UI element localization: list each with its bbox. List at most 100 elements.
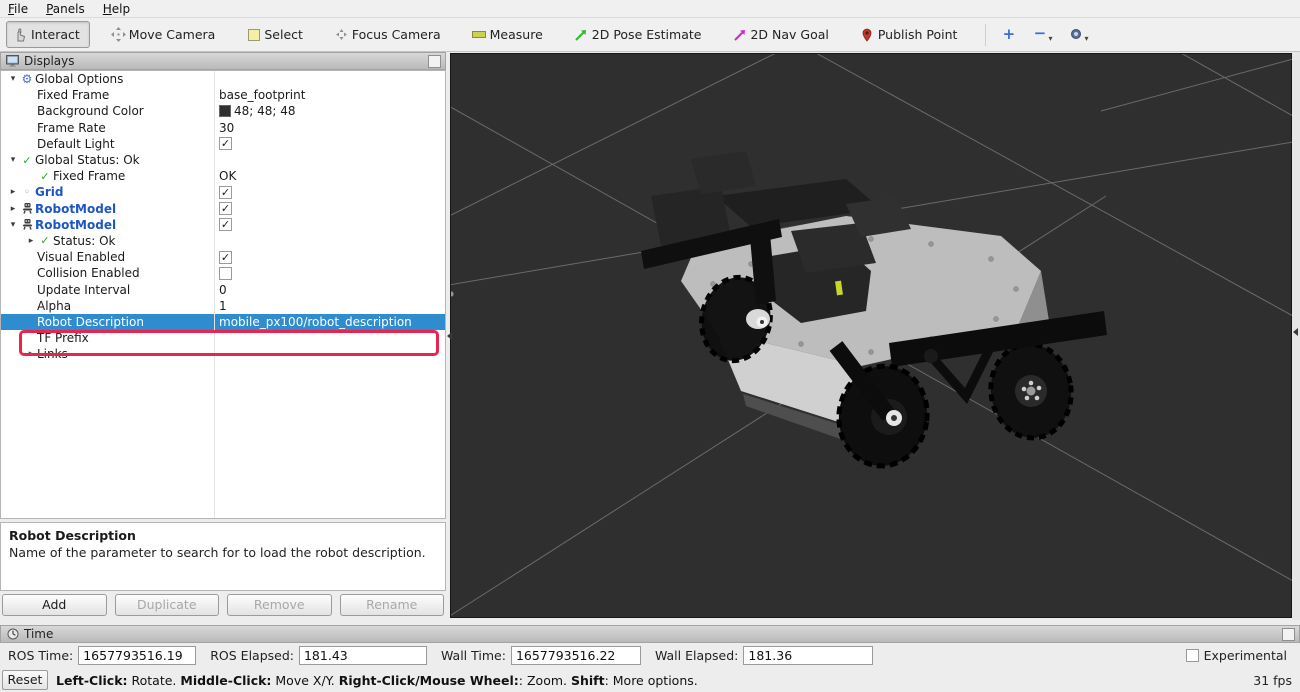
tool-focus-camera[interactable]: Focus Camera [327,21,451,48]
tree-row-global-status-ok[interactable]: ▾✓Global Status: Ok [1,152,445,168]
property-help-box: Robot Description Name of the parameter … [0,522,446,591]
tree-row-global-options[interactable]: ▾⚙Global Options [1,71,445,87]
tree-row-tf-prefix[interactable]: TF Prefix [1,330,445,346]
tree-column-divider[interactable] [214,71,215,518]
expand-right-icon[interactable]: ▸ [7,187,19,197]
expand-down-icon[interactable]: ▾ [7,74,19,84]
tree-row-update-interval[interactable]: Update Interval0 [1,281,445,297]
row-checkbox[interactable]: ✓ [219,137,232,150]
tree-row-value [214,330,445,346]
tree-row-value: 30 [214,120,445,136]
tree-row-collision-enabled[interactable]: Collision Enabled [1,265,445,281]
tree-row-label-cell: TF Prefix [1,330,214,346]
time-field-ros-time[interactable]: 1657793516.19 [78,646,196,665]
tree-row-label: Update Interval [37,283,130,297]
time-panel-titlebar[interactable]: Time [0,625,1300,643]
tree-row-value [214,152,445,168]
displays-panel-titlebar[interactable]: Displays [0,52,446,70]
render-scene [451,54,1293,619]
view-zoom-in-icon[interactable]: + [998,25,1019,44]
fps-counter: 31 fps [1253,673,1292,688]
displays-panel: Displays ▾⚙Global OptionsFixed Framebase… [0,52,446,620]
tree-row-default-light[interactable]: Default Light✓ [1,136,445,152]
tree-row-label-cell: ▾RobotModel [1,217,214,233]
tree-row-label-cell: Background Color [1,103,214,119]
tree-row-label: Robot Description [37,315,144,329]
expand-down-icon[interactable]: ▾ [7,220,19,230]
clock-icon [5,627,20,642]
row-checkbox[interactable] [219,267,232,280]
tree-row-label-cell: Visual Enabled [1,249,214,265]
green-arrow-icon [574,27,589,42]
reset-button[interactable]: Reset [2,670,48,690]
tree-row-label: Alpha [37,299,71,313]
tree-row-label-cell: ✓Fixed Frame [1,168,214,184]
right-splitter-arrow-icon[interactable] [1293,328,1298,336]
menu-file[interactable]: File [8,2,28,16]
row-checkbox[interactable]: ✓ [219,218,232,231]
expand-down-icon[interactable]: ▾ [7,155,19,165]
tree-row-fixed-frame[interactable]: ✓Fixed FrameOK [1,168,445,184]
time-field-wall-time[interactable]: 1657793516.22 [511,646,641,665]
robot-icon [19,218,35,232]
tool-2d-nav-goal[interactable]: 2D Nav Goal [725,21,838,48]
pin-icon [860,27,875,42]
tree-row-fixed-frame[interactable]: Fixed Framebase_footprint [1,87,445,103]
displays-float-button[interactable] [428,55,441,68]
displays-buttons: AddDuplicateRemoveRename [0,594,446,616]
tree-row-value: base_footprint [214,87,445,103]
tree-row-label: Visual Enabled [37,250,125,264]
tree-row-label: Collision Enabled [37,266,140,280]
tree-row-background-color[interactable]: Background Color48; 48; 48 [1,103,445,119]
tree-row-robotmodel[interactable]: ▾RobotModel ✓ [1,217,445,233]
tree-row-label: Fixed Frame [53,169,125,183]
tool-select[interactable]: Select [239,21,313,48]
menu-help[interactable]: Help [103,2,130,16]
check-icon: ✓ [37,235,53,246]
tree-row-grid[interactable]: ▸◦⁠Grid✓ [1,184,445,200]
view-zoom-out-icon[interactable]: −▾ [1029,24,1055,45]
tool-interact[interactable]: Interact [6,21,90,48]
left-splitter-arrow-icon[interactable] [447,332,452,340]
experimental-checkbox[interactable] [1186,649,1199,662]
color-swatch[interactable] [219,105,231,117]
expand-right-icon[interactable]: ▸ [25,349,37,359]
row-checkbox[interactable]: ✓ [219,186,232,199]
expand-right-icon[interactable]: ▸ [7,204,19,214]
row-checkbox[interactable]: ✓ [219,202,232,215]
tree-row-status-ok[interactable]: ▸✓Status: Ok [1,233,445,249]
3d-viewport[interactable] [450,53,1292,618]
tree-row-value [214,346,445,362]
tool-2d-pose-estimate[interactable]: 2D Pose Estimate [567,21,712,48]
tree-row-robotmodel[interactable]: ▸RobotModel✓ [1,201,445,217]
tree-row-alpha[interactable]: Alpha1 [1,298,445,314]
help-title: Robot Description [9,528,437,543]
tree-row-visual-enabled[interactable]: Visual Enabled ✓ [1,249,445,265]
time-field-wall-elapsed[interactable]: 181.36 [743,646,873,665]
row-checkbox[interactable]: ✓ [219,251,232,264]
view-camera-icon[interactable]: ▾ [1065,24,1091,45]
tree-row-value: ✓ [214,184,445,200]
tool-measure[interactable]: Measure [465,21,553,48]
time-field-ros-elapsed[interactable]: 181.43 [299,646,427,665]
tree-row-value [214,233,445,249]
expand-right-icon[interactable]: ▸ [25,236,37,246]
tool-publish-point[interactable]: Publish Point [853,21,968,48]
toolbar: Interact Move Camera Select Focus Camera Mea… [0,18,1300,52]
tree-row-frame-rate[interactable]: Frame Rate30 [1,120,445,136]
check-icon: ✓ [19,155,35,166]
tool-move-camera[interactable]: Move Camera [104,21,226,48]
menu-panels[interactable]: Panels [46,2,85,16]
tree-row-value: ✓ [214,201,445,217]
tree-row-label: Global Options [35,72,123,86]
ruler-icon [472,27,487,42]
add-button[interactable]: Add [2,594,107,616]
grid-icon: ◦⁠ [19,186,35,198]
tree-row-links[interactable]: ▸Links [1,346,445,362]
time-panel-title: Time [24,627,53,641]
tree-row-robot-description[interactable]: Robot Descriptionmobile_px100/robot_desc… [1,314,445,330]
tree-row-label: TF Prefix [37,331,89,345]
time-float-button[interactable] [1282,628,1295,641]
tree-row-label-cell: ▸Links [1,346,214,362]
tree-row-label-cell: Alpha [1,298,214,314]
